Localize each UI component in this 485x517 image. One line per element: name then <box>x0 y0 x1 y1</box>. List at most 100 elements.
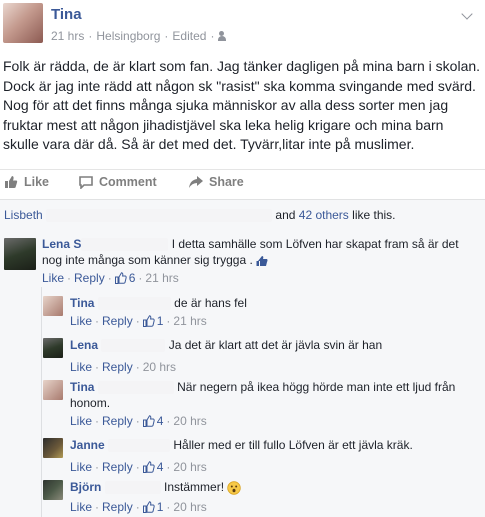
reply-reply-button[interactable]: Reply <box>102 359 133 375</box>
reply-like-button[interactable]: Like <box>70 313 92 329</box>
separator: · <box>95 360 100 374</box>
redacted-name <box>104 481 161 495</box>
post-edited[interactable]: Edited <box>172 29 206 43</box>
reply-time[interactable]: 20 hrs <box>143 359 176 375</box>
likes-and: and <box>275 208 296 222</box>
reaction-number: 4 <box>156 460 164 474</box>
reply-text: Instämmer! <box>164 480 225 494</box>
reply-actions: Like · Reply · 4 · 20 hrs <box>70 413 480 429</box>
replier-name[interactable]: Tina <box>70 380 94 394</box>
replier-avatar[interactable] <box>43 480 63 500</box>
reply-like-button[interactable]: Like <box>70 413 92 429</box>
separator: · <box>95 414 100 428</box>
likes-text: Lisbeth and 42 others like this. <box>4 208 396 223</box>
thumbs-up-icon <box>142 501 155 513</box>
post-time[interactable]: 21 hrs <box>51 29 84 43</box>
thumbs-up-icon <box>114 272 127 284</box>
replier-name[interactable]: Lena <box>70 338 98 352</box>
reaction-count[interactable]: 1 <box>142 499 164 515</box>
separator: · <box>166 314 171 328</box>
reply-time[interactable]: 20 hrs <box>173 459 206 475</box>
likes-others-link[interactable]: 42 others <box>299 208 349 222</box>
reply-reply-button[interactable]: Reply <box>102 413 133 429</box>
reply-time[interactable]: 21 hrs <box>173 313 206 329</box>
reaction-count[interactable]: 4 <box>142 459 164 475</box>
reply-body: Tina När negern på ikea högg hörde man i… <box>70 379 480 429</box>
separator: · <box>95 460 100 474</box>
separator: · <box>135 414 140 428</box>
reply-text: Håller med er till fullo Löfven är ett j… <box>173 438 413 452</box>
redacted-name <box>46 209 273 223</box>
chevron-down-icon[interactable] <box>461 8 473 20</box>
audience-icon[interactable] <box>218 31 230 41</box>
replier-name[interactable]: Tina <box>70 296 94 310</box>
separator: · <box>164 29 169 43</box>
redacted-name <box>97 297 171 311</box>
comment-like-button[interactable]: Like <box>42 270 64 286</box>
post-actions: Like Comment Share <box>0 169 485 195</box>
reaction-count[interactable]: 1 <box>142 313 164 329</box>
reply-reply-button[interactable]: Reply <box>102 313 133 329</box>
replier-name[interactable]: Björn <box>70 480 101 494</box>
replier-avatar[interactable] <box>43 338 63 358</box>
comment-time[interactable]: 21 hrs <box>145 270 178 286</box>
separator: · <box>107 271 112 285</box>
separator: · <box>135 500 140 514</box>
redacted-name <box>101 339 166 353</box>
comment-body: Lena S I detta samhälle som Löfven har s… <box>42 236 480 286</box>
reaction-count[interactable]: 6 <box>114 270 136 286</box>
replier-name[interactable]: Janne <box>70 438 105 452</box>
reply-like-button[interactable]: Like <box>70 459 92 475</box>
separator: · <box>166 414 171 428</box>
author-avatar[interactable] <box>3 3 43 43</box>
separator: · <box>88 29 93 43</box>
post-location[interactable]: Helsingborg <box>96 29 160 43</box>
reply-reply-button[interactable]: Reply <box>102 459 133 475</box>
like-icon <box>5 176 18 188</box>
separator: · <box>67 271 72 285</box>
reply-time[interactable]: 20 hrs <box>173 413 206 429</box>
comment-icon <box>79 175 93 189</box>
reaction-number: 1 <box>156 314 164 328</box>
thumbs-up-icon <box>142 415 155 427</box>
reply-body: Lena Ja det är klart att det är jävla sv… <box>70 337 480 375</box>
separator: · <box>135 460 140 474</box>
reply-time[interactable]: 20 hrs <box>173 499 206 515</box>
comment-reply-button[interactable]: Reply <box>74 270 105 286</box>
redacted-name <box>97 381 174 395</box>
reply-text: de är hans fel <box>174 296 247 310</box>
reaction-number: 6 <box>128 271 136 285</box>
replier-avatar[interactable] <box>43 438 63 458</box>
reply-body: Björn Instämmer! Like · Reply · 1 · 20 h… <box>70 479 480 515</box>
reply-actions: Like · Reply · 4 · 20 hrs <box>70 459 480 475</box>
commenter-avatar[interactable] <box>4 238 36 270</box>
emoji-icon <box>227 481 242 495</box>
separator: · <box>135 314 140 328</box>
comment-button[interactable]: Comment <box>79 175 157 189</box>
like-button[interactable]: Like <box>4 175 49 189</box>
share-button[interactable]: Share <box>189 175 244 189</box>
replier-avatar[interactable] <box>43 296 63 316</box>
post-author[interactable]: Tina <box>51 6 82 23</box>
replier-avatar[interactable] <box>43 380 63 400</box>
comment-label: Comment <box>99 175 157 189</box>
commenter-name-fragment[interactable]: S <box>73 237 81 251</box>
reply-actions: Like · Reply · 1 · 20 hrs <box>70 499 480 515</box>
reaction-number: 1 <box>156 500 164 514</box>
separator: · <box>138 271 143 285</box>
thumbs-up-icon <box>142 461 155 473</box>
reply-reply-button[interactable]: Reply <box>102 499 133 515</box>
reply-like-button[interactable]: Like <box>70 499 92 515</box>
liker-name[interactable]: Lisbeth <box>4 208 43 222</box>
reply-text: Ja det är klart att det är jävla svin är… <box>168 338 383 352</box>
post-text: Folk är rädda, de är klart som fan. Jag … <box>3 58 481 153</box>
commenter-name[interactable]: Lena <box>42 237 70 251</box>
separator: · <box>210 29 215 43</box>
like-label: Like <box>24 175 50 189</box>
share-label: Share <box>209 175 244 189</box>
reply-actions: Like · Reply · 20 hrs <box>70 359 480 375</box>
separator: · <box>166 460 171 474</box>
reply-like-button[interactable]: Like <box>70 359 92 375</box>
reaction-count[interactable]: 4 <box>142 413 163 429</box>
separator: · <box>95 314 100 328</box>
